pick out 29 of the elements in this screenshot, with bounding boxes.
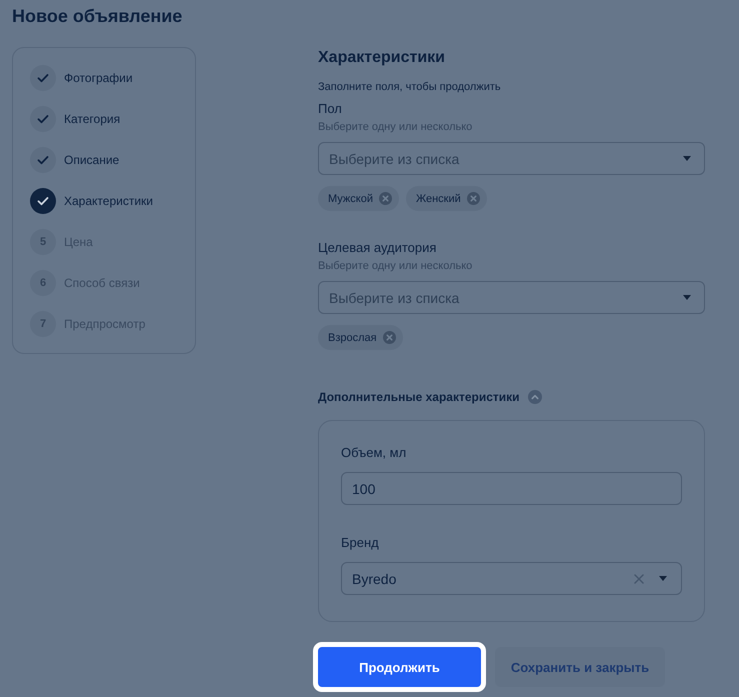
continue-button[interactable]: Продолжить [313, 642, 486, 692]
chevron-up-icon[interactable] [528, 390, 542, 404]
caret-icon [683, 295, 691, 300]
caret-icon [683, 156, 691, 161]
section-subtitle: Заполните поля, чтобы продолжить [318, 80, 501, 94]
step-item[interactable]: Описание [30, 139, 120, 180]
page-title: Новое объявление [12, 6, 182, 26]
step-item[interactable]: Характеристики [30, 180, 153, 221]
text-input[interactable]: 100 [341, 472, 682, 505]
step-item[interactable]: Категория [30, 98, 120, 139]
field-label: Объем, мл [341, 445, 406, 461]
tag-label: Взрослая [328, 332, 377, 344]
select-field[interactable]: Выберите из списка [318, 281, 705, 314]
select-field[interactable]: Выберите из списка [318, 142, 705, 175]
save-close-button[interactable]: Сохранить и закрыть [495, 647, 665, 687]
remove-icon[interactable] [378, 192, 392, 205]
tag-label: Женский [416, 192, 461, 204]
field-label: Целевая аудитория [318, 240, 436, 256]
caret-icon [659, 576, 667, 581]
section-heading: Характеристики [318, 48, 446, 68]
remove-icon[interactable] [466, 192, 480, 205]
field-label: Бренд [341, 535, 379, 551]
remove-icon[interactable] [382, 331, 396, 344]
field-label: Пол [318, 101, 342, 117]
clear-icon[interactable] [634, 574, 644, 584]
tag-label: Мужской [328, 192, 373, 204]
step-item[interactable]: Фотографии [30, 57, 133, 98]
section-title: Дополнительные характеристики [318, 389, 520, 405]
select-field[interactable]: Byredo [341, 562, 682, 595]
